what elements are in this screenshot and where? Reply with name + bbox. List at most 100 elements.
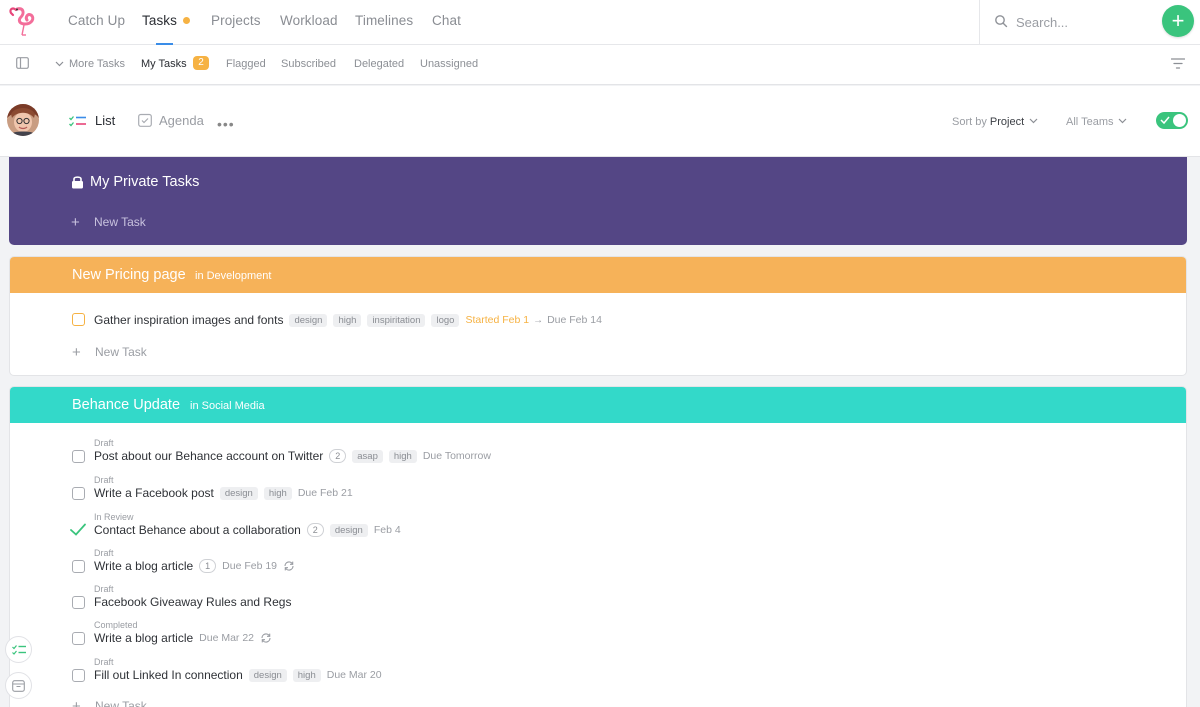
search-input[interactable] [1016,12,1136,32]
filter-icon[interactable] [1171,58,1185,69]
more-options-icon[interactable]: ••• [217,116,235,132]
task-title[interactable]: Write a blog article [94,631,193,645]
task-tag[interactable]: design [289,313,328,327]
add-button[interactable]: + [1162,5,1194,37]
floating-archive-button[interactable] [5,672,32,699]
task-line: Facebook Giveaway Rules and Regs [94,595,291,609]
more-tasks-dropdown[interactable]: More Tasks [69,58,125,70]
task-title[interactable]: Post about our Behance account on Twitte… [94,449,323,463]
new-task-label: New Task [95,345,147,359]
agenda-view-tab[interactable]: Agenda [159,113,204,128]
agenda-calendar-icon[interactable] [138,113,152,127]
floating-tasks-button[interactable] [5,636,32,663]
task-row[interactable]: Gather inspiration images and fonts desi… [72,310,972,344]
task-checkbox[interactable] [72,669,85,682]
task-checkbox[interactable] [72,560,85,573]
task-tag[interactable]: logo [431,313,460,327]
tab-subscribed[interactable]: Subscribed [281,58,336,70]
new-task-button[interactable]: + New Task [72,698,147,707]
task-title[interactable]: Contact Behance about a collaboration [94,523,301,537]
list-view-icon[interactable] [69,115,87,128]
sort-dropdown[interactable]: Sort by Project [952,116,1024,128]
task-due-date: Due Mar 22 [199,632,255,644]
task-checkbox[interactable] [72,313,85,326]
task-tag[interactable]: high [388,449,417,463]
sort-value: Project [989,116,1025,128]
project-header[interactable]: New Pricing page in Development [10,257,1186,293]
task-checkbox[interactable] [72,450,85,463]
teams-dropdown[interactable]: All Teams [1066,116,1113,128]
task-tag[interactable]: asap [352,449,383,463]
new-task-label: New Task [95,699,147,707]
task-checkbox[interactable] [72,487,85,500]
task-tag[interactable]: inspiritation [367,313,426,327]
tab-unassigned[interactable]: Unassigned [420,58,478,70]
project-subtitle[interactable]: in Social Media [190,400,265,412]
task-row[interactable]: In Review Contact Behance about a collab… [70,512,972,546]
private-tasks-title: My Private Tasks [90,174,200,190]
avatar[interactable] [7,104,39,136]
plus-icon: + [71,214,80,231]
project-header[interactable]: Behance Update in Social Media [10,387,1186,423]
task-row[interactable]: Draft Write a Facebook post design high … [72,475,972,509]
new-task-button[interactable]: + New Task [71,214,146,231]
task-title[interactable]: Write a Facebook post [94,486,214,500]
task-row[interactable]: Completed Write a blog article Due Mar 2… [72,620,972,654]
task-row[interactable]: Draft Facebook Giveaway Rules and Regs [72,584,972,618]
task-status: In Review [94,512,134,522]
task-row[interactable]: Draft Fill out Linked In connection desi… [72,657,972,691]
task-title[interactable]: Facebook Giveaway Rules and Regs [94,595,291,609]
project-card-behance: Behance Update in Social Media Draft Pos… [9,386,1187,707]
task-checkbox[interactable] [72,632,85,645]
task-checkbox[interactable] [72,596,85,609]
tab-delegated[interactable]: Delegated [354,58,404,70]
nav-timelines[interactable]: Timelines [355,13,413,28]
project-title[interactable]: Behance Update [72,397,180,413]
task-line: Fill out Linked In connection design hig… [94,668,382,682]
task-status: Draft [94,657,114,667]
comment-count[interactable]: 2 [329,449,347,463]
nav-projects[interactable]: Projects [211,13,261,28]
project-subtitle[interactable]: in Development [195,270,271,282]
tasks-notification-dot [183,17,190,24]
task-title[interactable]: Fill out Linked In connection [94,668,243,682]
show-completed-toggle[interactable] [1156,112,1188,129]
task-tag[interactable]: high [333,313,362,327]
nav-chat[interactable]: Chat [432,13,461,28]
new-task-button[interactable]: + New Task [72,344,147,361]
task-status: Draft [94,475,114,485]
my-tasks-count-badge: 2 [193,56,209,70]
comment-count[interactable]: 1 [199,559,217,573]
task-status: Draft [94,584,114,594]
nav-catch-up[interactable]: Catch Up [68,13,125,28]
task-title[interactable]: Write a blog article [94,559,193,573]
list-view-tab[interactable]: List [95,113,115,128]
sort-prefix: Sort by [952,116,987,128]
list-check-icon [12,645,26,655]
task-row[interactable]: Draft Write a blog article 1 Due Feb 19 [72,548,972,582]
nav-workload[interactable]: Workload [280,13,338,28]
tab-my-tasks[interactable]: My Tasks [141,58,187,70]
task-tag[interactable]: high [292,668,321,682]
chevron-down-icon [1118,118,1127,124]
plus-icon: + [72,344,81,361]
chevron-down-icon [55,61,64,67]
nav-tasks[interactable]: Tasks [142,13,177,28]
task-row[interactable]: Draft Post about our Behance account on … [72,438,972,472]
flamingo-logo-icon[interactable] [7,4,39,38]
comment-count[interactable]: 2 [306,523,324,537]
task-tag[interactable]: design [248,668,287,682]
task-tag[interactable]: design [329,523,368,537]
project-title[interactable]: New Pricing page [72,267,186,283]
sidebar-toggle-icon[interactable] [16,57,29,69]
tab-flagged[interactable]: Flagged [226,58,266,70]
task-tag[interactable]: high [263,486,292,500]
archive-icon [12,680,25,692]
task-tag[interactable]: design [219,486,258,500]
task-line: Write a blog article Due Mar 22 [94,631,272,645]
checkmark-icon[interactable] [70,523,86,536]
toggle-knob [1173,114,1186,127]
task-line: Contact Behance about a collaboration 2 … [94,523,401,537]
task-status: Completed [94,620,138,630]
task-title[interactable]: Gather inspiration images and fonts [94,313,283,327]
